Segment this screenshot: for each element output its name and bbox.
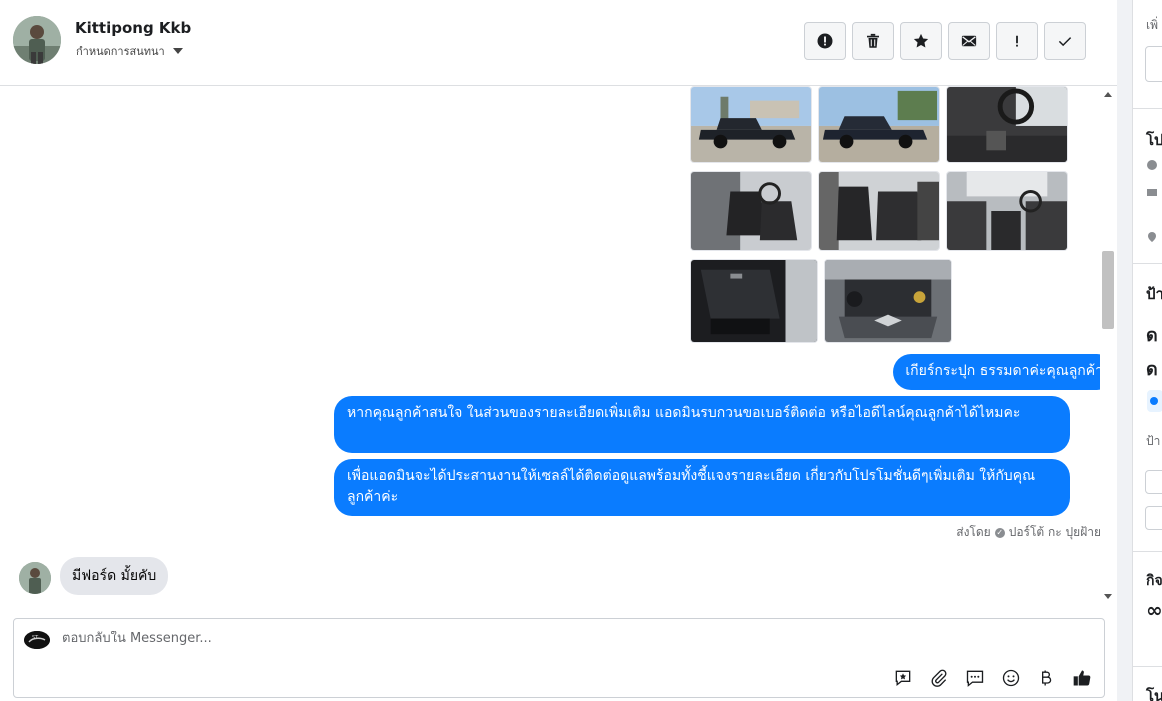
messenger-inbox: Kittipong Kkb กำหนดการสนทนา เกียร์กระปุก… xyxy=(0,0,1162,701)
outgoing-message[interactable]: หากคุณลูกค้าสนใจ ในส่วนของรายละเอียดเพิ่… xyxy=(334,396,1070,453)
message-scrollbar[interactable] xyxy=(1100,86,1117,606)
scroll-thumb[interactable] xyxy=(1102,251,1114,329)
label-tag[interactable]: ด xyxy=(1146,320,1158,349)
avatar[interactable] xyxy=(13,16,61,64)
follow-up-button[interactable] xyxy=(996,22,1038,60)
page-logo: ST xyxy=(24,631,50,649)
baht-payment-icon[interactable] xyxy=(1035,667,1057,689)
svg-text:ST: ST xyxy=(32,635,39,641)
outgoing-message[interactable]: เกียร์กระปุก ธรรมดาค่ะคุณลูกค้า xyxy=(893,354,1115,390)
infinity-icon: ∞ xyxy=(1146,598,1162,622)
car-photo-exterior-front[interactable] xyxy=(818,86,940,163)
sidebar-section-title: ป้า xyxy=(1146,285,1162,303)
contact-details-panel: เพิ่ โป ป้า ด ด ป้า กิจ ∞ โน xyxy=(1132,0,1162,701)
mark-unread-button[interactable] xyxy=(948,22,990,60)
sidebar-input[interactable] xyxy=(1145,506,1162,530)
check-icon xyxy=(1058,37,1072,47)
clock-icon xyxy=(1147,160,1157,170)
conversation-header: Kittipong Kkb กำหนดการสนทนา xyxy=(0,0,1117,86)
sidebar-input[interactable] xyxy=(1145,470,1162,494)
alert-circle-icon xyxy=(817,33,833,49)
spam-button[interactable] xyxy=(804,22,846,60)
briefcase-icon xyxy=(1147,189,1157,196)
saved-reply-icon[interactable] xyxy=(892,667,914,689)
car-photo-front-seats[interactable] xyxy=(690,171,812,251)
contact-name[interactable]: Kittipong Kkb xyxy=(75,19,191,37)
label-tag-selected[interactable] xyxy=(1147,390,1162,412)
sent-by-prefix: ส่งโดย xyxy=(956,525,991,539)
location-pin-icon xyxy=(1148,232,1156,242)
avatar[interactable] xyxy=(19,562,51,594)
delete-button[interactable] xyxy=(852,22,894,60)
thumbs-up-icon[interactable] xyxy=(1071,667,1093,689)
mark-done-button[interactable] xyxy=(1044,22,1086,60)
envelope-icon xyxy=(961,35,977,47)
sent-by-info: ส่งโดย ✓ ปอร์โต้ กะ ปุยฝ้าย ? xyxy=(956,523,1115,542)
emoji-icon[interactable] xyxy=(1000,667,1022,689)
attachment-icon[interactable] xyxy=(928,667,950,689)
sidebar-divider xyxy=(1133,263,1162,264)
sidebar-divider xyxy=(1133,108,1162,109)
assign-conversation-dropdown[interactable]: กำหนดการสนทนา xyxy=(76,42,183,60)
scroll-down-arrow-icon[interactable] xyxy=(1104,594,1112,599)
chat-bubble-icon[interactable] xyxy=(964,667,986,689)
car-photo-engine-bay[interactable] xyxy=(824,259,952,343)
star-icon xyxy=(913,33,929,48)
sent-by-name[interactable]: ปอร์โต้ กะ ปุยฝ้าย xyxy=(1009,523,1101,542)
sidebar-partial-label: เพิ่ xyxy=(1146,18,1159,32)
scroll-up-arrow-icon[interactable] xyxy=(1104,92,1112,97)
caret-down-icon xyxy=(172,48,183,54)
trash-icon xyxy=(867,33,879,48)
sidebar-input[interactable] xyxy=(1145,46,1162,82)
reply-composer: ST xyxy=(13,618,1105,698)
star-button[interactable] xyxy=(900,22,942,60)
label-tag[interactable]: ด xyxy=(1146,354,1158,383)
reply-input[interactable] xyxy=(62,631,862,646)
contact-details-sidebar: เพิ่ โป ป้า ด ด ป้า กิจ ∞ โน xyxy=(1117,0,1162,701)
sidebar-divider xyxy=(1133,551,1162,552)
sidebar-section-title: กิจ xyxy=(1146,573,1162,589)
sidebar-section-title: โป xyxy=(1146,131,1162,149)
sidebar-section-title: โน xyxy=(1146,687,1162,701)
car-photo-cabin-wide[interactable] xyxy=(946,171,1068,251)
car-photo-interior-dash[interactable] xyxy=(946,86,1068,163)
exclamation-icon xyxy=(1016,35,1018,47)
car-photo-exterior-side[interactable] xyxy=(690,86,812,163)
car-photo-door-panel[interactable] xyxy=(690,259,818,343)
check-circle-icon: ✓ xyxy=(994,527,1005,538)
assign-label: กำหนดการสนทนา xyxy=(76,45,165,58)
sidebar-partial-label: ป้า xyxy=(1146,434,1161,448)
sidebar-divider xyxy=(1133,666,1162,667)
incoming-message[interactable]: มีฟอร์ด มั้ยคับ xyxy=(60,557,169,595)
car-photo-rear-seats[interactable] xyxy=(818,171,940,251)
outgoing-message[interactable]: เพื่อแอดมินจะได้ประสานงานให้เซลล์ได้ติดต… xyxy=(334,459,1070,516)
